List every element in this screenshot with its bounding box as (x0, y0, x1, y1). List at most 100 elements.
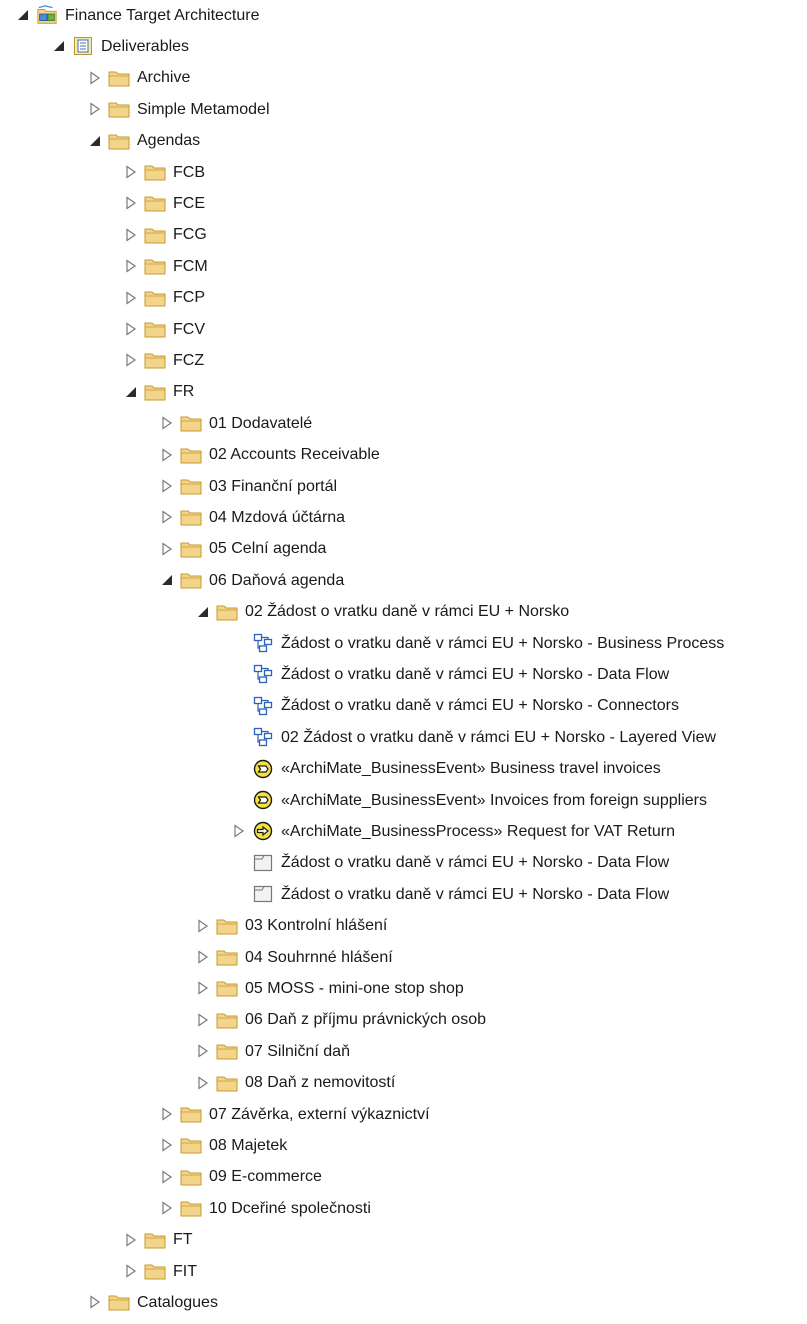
tree-item-06-danova-agenda[interactable]: 06 Daňová agenda (160, 565, 344, 596)
tree-item-label: FCG (173, 226, 207, 244)
business-event-icon (252, 759, 274, 779)
tree-item-02-zadost-o-vratku-dane-v-ramci-eu-norsk[interactable]: 02 Žádost o vratku daně v rámci EU + Nor… (196, 596, 569, 627)
expand-arrow-icon[interactable] (124, 1232, 138, 1247)
tree-item-fcb[interactable]: FCB (124, 157, 205, 188)
expand-arrow-icon[interactable] (160, 447, 174, 462)
tree-item-catalogues[interactable]: Catalogues (88, 1287, 218, 1318)
expand-arrow-icon[interactable] (196, 918, 210, 933)
tree-item-fcz[interactable]: FCZ (124, 345, 204, 376)
tree-item-fcp[interactable]: FCP (124, 282, 205, 313)
tree-item-zadost-o-vratku-dane-v-ramci-eu-norsko-c[interactable]: Žádost o vratku daně v rámci EU + Norsko… (232, 690, 679, 721)
tree-item-label: Simple Metamodel (137, 100, 270, 118)
expand-arrow-icon[interactable] (160, 1170, 174, 1184)
business-event-icon (252, 790, 274, 810)
tree-item-finance-target-architecture[interactable]: Finance Target Architecture (16, 0, 259, 31)
expand-arrow-icon[interactable] (196, 1044, 210, 1058)
expand-arrow-icon[interactable] (124, 165, 138, 179)
tree-item-07-zaverka-externi-vykaznictvi[interactable]: 07 Závěrka, externí výkaznictví (160, 1099, 430, 1130)
folder-icon (180, 1135, 202, 1155)
expand-arrow-icon[interactable] (160, 1107, 174, 1121)
tree-item-02-zadost-o-vratku-dane-v-ramci-eu-norsk[interactable]: 02 Žádost o vratku daně v rámci EU + Nor… (232, 722, 716, 753)
tree-item-04-souhrnne-hlaseni[interactable]: 04 Souhrnné hlášení (196, 942, 393, 973)
tree-item-zadost-o-vratku-dane-v-ramci-eu-norsko-d[interactable]: Žádost o vratku daně v rámci EU + Norsko… (232, 847, 669, 878)
folder-icon (216, 916, 238, 936)
tree-item-label: 07 Silniční daň (245, 1042, 350, 1060)
tree-item-archimate-businessprocess-request-for-va[interactable]: «ArchiMate_BusinessProcess» Request for … (232, 816, 675, 847)
tree-item-fce[interactable]: FCE (124, 188, 205, 219)
tree-item-01-dodavatele[interactable]: 01 Dodavatelé (160, 408, 312, 439)
tree-item-archive[interactable]: Archive (88, 62, 190, 93)
expand-arrow-icon[interactable] (124, 290, 138, 305)
expand-arrow-icon[interactable] (196, 1075, 210, 1090)
collapse-arrow-icon[interactable] (16, 8, 30, 22)
folder-icon (144, 319, 166, 339)
collapse-arrow-icon[interactable] (160, 573, 174, 587)
tree-item-agendas[interactable]: Agendas (88, 125, 200, 156)
tree-item-05-celni-agenda[interactable]: 05 Celní agenda (160, 533, 326, 564)
tree-item-fcm[interactable]: FCM (124, 251, 208, 282)
expand-arrow-icon[interactable] (124, 259, 138, 273)
collapse-arrow-icon[interactable] (124, 385, 138, 399)
expand-arrow-icon[interactable] (124, 353, 138, 368)
tree-item-label: FCB (173, 163, 205, 181)
collapse-arrow-icon[interactable] (88, 134, 102, 148)
expand-arrow-icon[interactable] (160, 1138, 174, 1153)
tree-item-label: Žádost o vratku daně v rámci EU + Norsko… (281, 665, 670, 683)
tree-item-deliverables[interactable]: Deliverables (52, 31, 189, 62)
expand-arrow-icon[interactable] (232, 824, 246, 839)
toggle-spacer (232, 887, 246, 901)
tree-item-09-e-commerce[interactable]: 09 E-commerce (160, 1161, 322, 1192)
tree-item-03-financni-portal[interactable]: 03 Finanční portál (160, 471, 337, 502)
tree-item-archimate-businessevent-invoices-from-fo[interactable]: «ArchiMate_BusinessEvent» Invoices from … (232, 785, 707, 816)
tree-item-simple-metamodel[interactable]: Simple Metamodel (88, 94, 270, 125)
folder-icon (216, 947, 238, 967)
expand-arrow-icon[interactable] (124, 1264, 138, 1278)
tree-item-06-dan-z-prijmu-pravnickych-osob[interactable]: 06 Daň z příjmu právnických osob (196, 1004, 486, 1035)
expand-arrow-icon[interactable] (124, 322, 138, 336)
expand-arrow-icon[interactable] (196, 981, 210, 996)
tree-item-08-dan-z-nemovitosti[interactable]: 08 Daň z nemovitostí (196, 1067, 395, 1098)
tree-item-05-moss-mini-one-stop-shop[interactable]: 05 MOSS - mini-one stop shop (196, 973, 464, 1004)
toggle-spacer (232, 762, 246, 776)
expand-arrow-icon[interactable] (160, 416, 174, 430)
expand-arrow-icon[interactable] (88, 71, 102, 85)
tree-item-03-kontrolni-hlaseni[interactable]: 03 Kontrolní hlášení (196, 910, 387, 941)
diagram-icon (252, 633, 274, 653)
tree-item-04-mzdova-uctarna[interactable]: 04 Mzdová účtárna (160, 502, 345, 533)
tree-item-label: Žádost o vratku daně v rámci EU + Norsko… (281, 634, 725, 652)
expand-arrow-icon[interactable] (160, 479, 174, 493)
tree-item-07-silnicni-dan[interactable]: 07 Silniční daň (196, 1036, 350, 1067)
folder-icon (144, 382, 166, 402)
tree-item-fcg[interactable]: FCG (124, 219, 207, 250)
tree-item-zadost-o-vratku-dane-v-ramci-eu-norsko-d[interactable]: Žádost o vratku daně v rámci EU + Norsko… (232, 879, 669, 910)
tree-item-fr[interactable]: FR (124, 376, 194, 407)
tree-item-ft[interactable]: FT (124, 1224, 193, 1255)
tree-item-02-accounts-receivable[interactable]: 02 Accounts Receivable (160, 439, 380, 470)
package-icon (72, 36, 94, 56)
tree-item-zadost-o-vratku-dane-v-ramci-eu-norsko-b[interactable]: Žádost o vratku daně v rámci EU + Norsko… (232, 628, 724, 659)
tree-item-fcv[interactable]: FCV (124, 314, 205, 345)
expand-arrow-icon[interactable] (88, 1295, 102, 1310)
expand-arrow-icon[interactable] (160, 542, 174, 556)
expand-arrow-icon[interactable] (160, 510, 174, 525)
tree-item-label: Žádost o vratku daně v rámci EU + Norsko… (281, 697, 679, 715)
tree-item-archimate-businessevent-business-travel-[interactable]: «ArchiMate_BusinessEvent» Business trave… (232, 753, 661, 784)
tree-item-label: «ArchiMate_BusinessEvent» Business trave… (281, 760, 661, 778)
expand-arrow-icon[interactable] (196, 1013, 210, 1027)
tree-item-label: 09 E-commerce (209, 1168, 322, 1186)
tree-item-label: «ArchiMate_BusinessEvent» Invoices from … (281, 791, 707, 809)
expand-arrow-icon[interactable] (124, 196, 138, 211)
toggle-spacer (232, 793, 246, 807)
tree-item-zadost-o-vratku-dane-v-ramci-eu-norsko-d[interactable]: Žádost o vratku daně v rámci EU + Norsko… (232, 659, 669, 690)
tree-item-08-majetek[interactable]: 08 Majetek (160, 1130, 287, 1161)
tree-item-fit[interactable]: FIT (124, 1256, 197, 1287)
expand-arrow-icon[interactable] (160, 1201, 174, 1215)
folder-icon (144, 193, 166, 213)
expand-arrow-icon[interactable] (196, 950, 210, 964)
expand-arrow-icon[interactable] (88, 102, 102, 116)
collapse-arrow-icon[interactable] (196, 605, 210, 619)
tree-item-10-dcerine-spolecnosti[interactable]: 10 Dceřiné společnosti (160, 1193, 371, 1224)
expand-arrow-icon[interactable] (124, 228, 138, 242)
collapse-arrow-icon[interactable] (52, 39, 66, 53)
folder-icon (216, 1010, 238, 1030)
